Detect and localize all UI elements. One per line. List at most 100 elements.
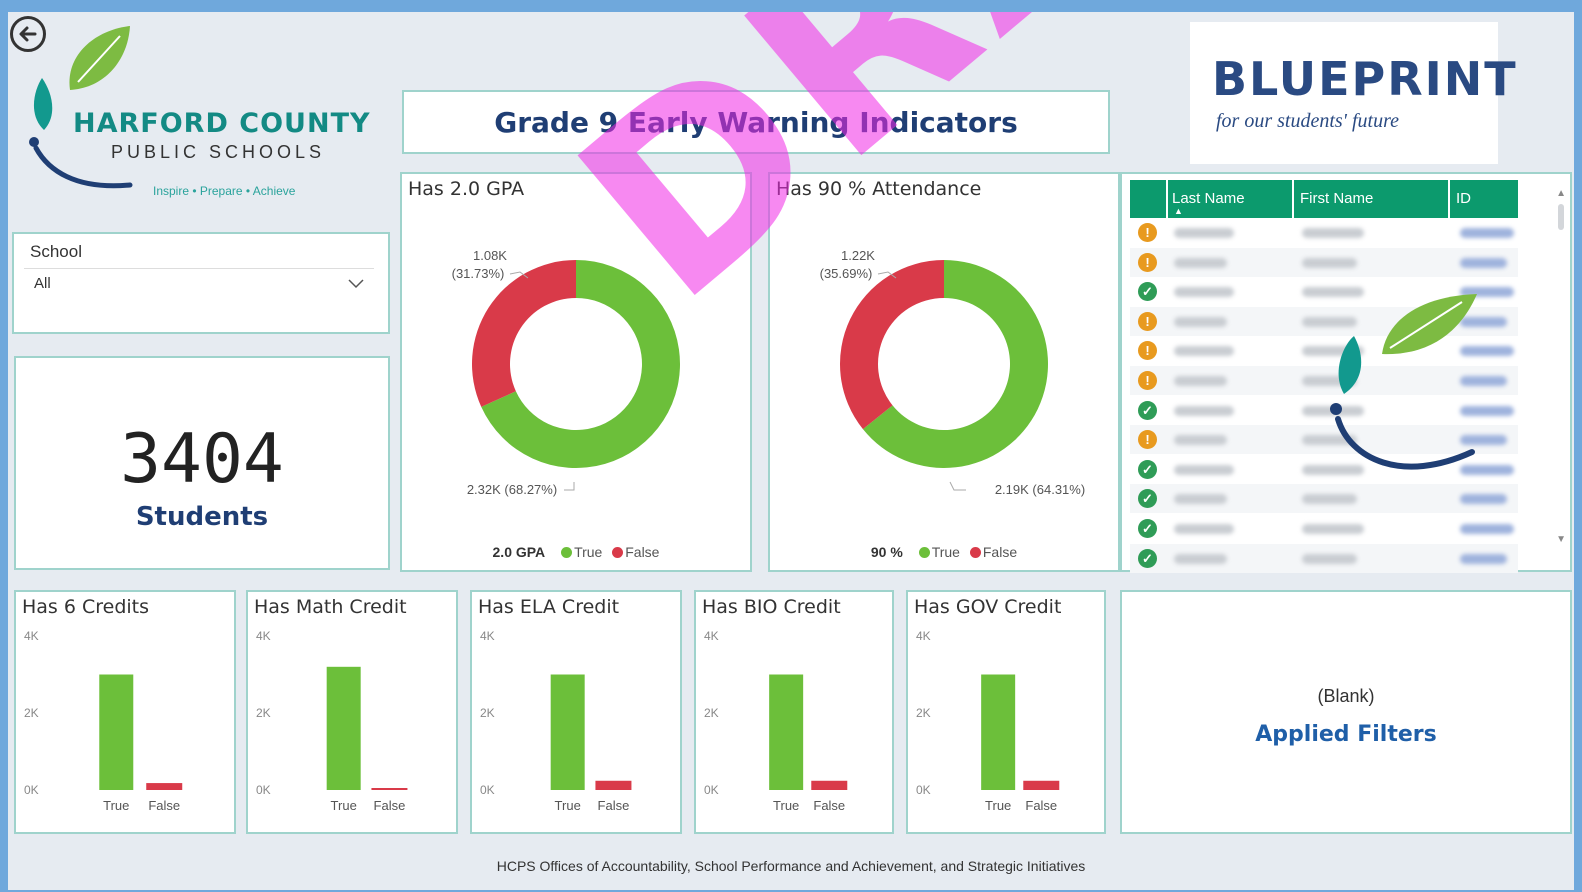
data-label-false-pct: (31.73%) xyxy=(452,266,505,281)
logo-tagline: Inspire • Prepare • Achieve xyxy=(153,184,296,198)
column-id[interactable]: ID xyxy=(1456,190,1471,207)
leaf-logo-icon xyxy=(1330,294,1477,470)
warning-icon: ! xyxy=(1138,252,1157,272)
legend-title: 2.0 GPA xyxy=(492,544,546,560)
column-last-name[interactable]: Last Name xyxy=(1172,190,1245,207)
last-name-cell xyxy=(1174,287,1234,298)
bar-true[interactable] xyxy=(981,674,1016,791)
first-name-cell xyxy=(1302,524,1364,534)
y-tick-label: 0K xyxy=(704,783,719,797)
chart-title: Has GOV Credit xyxy=(914,596,1062,618)
gov-credit-bar-chart[interactable]: 4K 2K 0K True False xyxy=(908,622,1104,832)
last-name-cell xyxy=(1174,435,1227,446)
legend-true-dot xyxy=(561,547,573,558)
chart-legend: 2.0 GPA True False xyxy=(402,544,750,560)
math-credit-bar-chart[interactable]: 4K 2K 0K True False xyxy=(248,622,456,832)
id-cell xyxy=(1460,553,1507,564)
bar-true[interactable] xyxy=(550,674,585,791)
bar-false[interactable] xyxy=(1023,780,1060,790)
y-tick-label: 2K xyxy=(256,706,271,720)
y-tick-label: 2K xyxy=(916,706,931,720)
table-row[interactable]: ✓ xyxy=(1130,543,1518,573)
dashboard-canvas: HARFORD COUNTY PUBLIC SCHOOLS Inspire • … xyxy=(8,12,1574,890)
warning-icon: ! xyxy=(1138,430,1157,450)
bar-false[interactable] xyxy=(371,788,408,790)
data-label-true: 2.32K (68.27%) xyxy=(467,482,557,497)
attendance-donut-chart[interactable]: 1.22K (35.69%) 2.19K (64.31%) xyxy=(770,204,1118,544)
bar-false[interactable] xyxy=(595,780,632,790)
x-tick-label: True xyxy=(103,798,129,813)
data-label-false-pct: (35.69%) xyxy=(820,266,873,281)
bar-true[interactable] xyxy=(99,674,134,791)
bar-true[interactable] xyxy=(326,666,361,790)
check-icon: ✓ xyxy=(1138,489,1157,509)
legend-true-label: True xyxy=(574,544,603,560)
id-cell xyxy=(1460,257,1507,268)
donut-slice-false[interactable] xyxy=(840,260,944,430)
chart-title: Has BIO Credit xyxy=(702,596,841,618)
data-label-false: 1.22K xyxy=(841,248,875,263)
check-icon: ✓ xyxy=(1138,400,1157,420)
y-tick-label: 4K xyxy=(480,629,495,643)
bar-false[interactable] xyxy=(811,780,848,790)
school-dropdown[interactable]: All xyxy=(24,268,374,298)
chart-title: Has ELA Credit xyxy=(478,596,620,618)
leader-line xyxy=(564,482,575,491)
chart-title: Has 2.0 GPA xyxy=(408,178,525,200)
legend-false-label: False xyxy=(625,544,660,560)
y-tick-label: 0K xyxy=(256,783,271,797)
applied-filters-card: (Blank) Applied Filters xyxy=(1120,590,1572,834)
donut-slice-false[interactable] xyxy=(472,260,576,407)
last-name-cell xyxy=(1174,316,1227,327)
kpi-value: 3404 xyxy=(120,420,284,499)
x-tick-label: True xyxy=(985,798,1011,813)
legend-false-dot xyxy=(612,547,624,558)
x-tick-label: True xyxy=(773,798,799,813)
page-title: Grade 9 Early Warning Indicators xyxy=(402,90,1110,154)
check-icon: ✓ xyxy=(1138,459,1157,479)
bar-false[interactable] xyxy=(146,783,183,790)
scroll-up-icon[interactable]: ▲ xyxy=(1556,188,1566,199)
ela-credit-bar-chart[interactable]: 4K 2K 0K True False xyxy=(472,622,680,832)
x-tick-label: True xyxy=(555,798,581,813)
sort-asc-icon: ▲ xyxy=(1174,206,1183,216)
first-name-cell xyxy=(1302,228,1364,238)
data-label-true: 2.19K (64.31%) xyxy=(995,482,1085,497)
id-cell xyxy=(1460,228,1514,238)
table-scrollbar[interactable] xyxy=(1558,204,1564,230)
table-row[interactable]: ! xyxy=(1130,218,1518,247)
table-row[interactable]: ✓ xyxy=(1130,514,1518,543)
math-credit-bar-panel: Has Math Credit 4K 2K 0K True False xyxy=(246,590,458,834)
credits-bar-panel: Has 6 Credits 4K 2K 0K True False xyxy=(14,590,236,834)
gpa-donut-chart[interactable]: 1.08K (31.73%) 2.32K (68.27%) xyxy=(402,204,750,544)
credits-bar-chart[interactable]: 4K 2K 0K True False xyxy=(16,622,234,832)
student-count-card: 3404 Students xyxy=(14,356,390,570)
warning-icon: ! xyxy=(1138,371,1157,390)
table-row[interactable]: ! xyxy=(1130,247,1518,277)
column-first-name[interactable]: First Name xyxy=(1300,190,1373,207)
y-tick-label: 0K xyxy=(916,783,931,797)
kpi-label: Students xyxy=(135,502,269,532)
y-tick-label: 4K xyxy=(916,629,931,643)
bio-credit-bar-panel: Has BIO Credit 4K 2K 0K True False xyxy=(694,590,894,834)
bio-credit-bar-chart[interactable]: 4K 2K 0K True False xyxy=(696,622,892,832)
legend-true-dot xyxy=(918,547,930,558)
bar-true[interactable] xyxy=(769,674,804,791)
id-cell xyxy=(1460,494,1507,505)
check-icon: ✓ xyxy=(1138,548,1157,568)
y-tick-label: 2K xyxy=(704,706,719,720)
y-tick-label: 0K xyxy=(24,783,39,797)
x-tick-label: True xyxy=(331,798,357,813)
legend-false-label: False xyxy=(982,544,1018,560)
x-tick-label: False xyxy=(813,798,845,813)
gpa-donut-panel: Has 2.0 GPA 1.08K (31.73%) 2.32K (68.27%) … xyxy=(400,172,752,572)
gov-credit-bar-panel: Has GOV Credit 4K 2K 0K True False xyxy=(906,590,1106,834)
legend-true-label: True xyxy=(931,544,960,560)
last-name-cell xyxy=(1174,346,1234,357)
last-name-cell xyxy=(1174,228,1234,238)
scroll-down-icon[interactable]: ▼ xyxy=(1556,534,1566,545)
logo-subtitle: PUBLIC SCHOOLS xyxy=(111,142,326,162)
check-icon: ✓ xyxy=(1138,519,1157,538)
slicer-label: School xyxy=(30,242,82,261)
y-tick-label: 2K xyxy=(480,706,495,720)
